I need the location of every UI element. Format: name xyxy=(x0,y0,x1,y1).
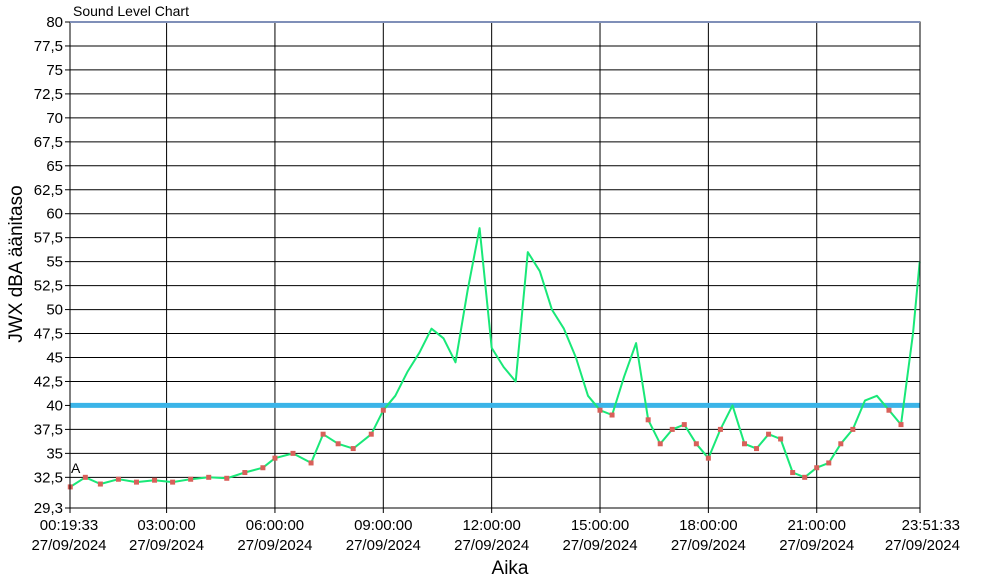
y-tick-label: 50 xyxy=(46,302,63,319)
data-point-marker xyxy=(170,479,176,485)
x-tick-time: 15:00:00 xyxy=(571,517,629,534)
x-tick-time: 00:19:33 xyxy=(40,517,98,534)
data-point-marker xyxy=(380,407,386,413)
data-point-marker xyxy=(597,407,603,413)
y-tick-label: 35 xyxy=(46,445,63,462)
y-tick-label: 29,3 xyxy=(34,500,63,517)
data-point-marker xyxy=(188,476,194,482)
x-tick-time: 12:00:00 xyxy=(462,517,520,534)
data-point-marker xyxy=(645,417,651,423)
data-point-marker xyxy=(152,477,158,483)
data-point-marker xyxy=(320,431,326,437)
data-point-marker xyxy=(350,446,356,452)
x-tick-date: 27/09/2024 xyxy=(346,537,421,554)
data-point-marker xyxy=(657,441,663,447)
data-point-marker xyxy=(850,426,856,432)
data-point-marker xyxy=(133,479,139,485)
sound-level-chart: Sound Level Chart 29,3 32,5 35 37,5 40 42,5 45… xyxy=(0,0,990,588)
data-point-marker xyxy=(886,407,892,413)
y-tick-label: 62,5 xyxy=(34,182,63,199)
y-tick-label: 57,5 xyxy=(34,230,63,247)
annotation-label: A xyxy=(71,460,81,476)
x-tick-time: 09:00:00 xyxy=(354,517,412,534)
x-axis-title: Aika xyxy=(492,558,529,579)
data-point-marker xyxy=(754,446,760,452)
y-tick-label: 32,5 xyxy=(34,469,63,486)
data-point-marker xyxy=(224,475,230,481)
x-tick-date: 27/09/2024 xyxy=(237,537,312,554)
data-point-marker xyxy=(609,412,615,418)
x-tick-time: 03:00:00 xyxy=(137,517,195,534)
data-point-marker xyxy=(717,426,723,432)
data-point-marker xyxy=(778,436,784,442)
y-tick-label: 47,5 xyxy=(34,326,63,343)
y-tick-label: 55 xyxy=(46,254,63,271)
data-point-marker xyxy=(308,460,314,466)
data-point-marker xyxy=(766,431,772,437)
y-tick-label: 60 xyxy=(46,206,63,223)
data-point-marker xyxy=(115,476,121,482)
data-point-marker xyxy=(669,426,675,432)
x-tick-date: 27/09/2024 xyxy=(562,537,637,554)
x-tick-time: 18:00:00 xyxy=(679,517,737,534)
data-point-marker xyxy=(260,465,266,471)
y-tick-label: 52,5 xyxy=(34,278,63,295)
data-point-marker xyxy=(272,455,278,461)
chart-title: Sound Level Chart xyxy=(73,3,189,19)
y-tick-label: 65 xyxy=(46,158,63,175)
x-tick-date: 27/09/2024 xyxy=(671,537,746,554)
data-point-marker xyxy=(82,474,88,480)
y-tick-label: 42,5 xyxy=(34,373,63,390)
y-tick-label: 40 xyxy=(46,397,63,414)
y-tick-label: 67,5 xyxy=(34,134,63,151)
data-point-marker xyxy=(741,441,747,447)
data-point-marker xyxy=(693,441,699,447)
y-tick-label: 80 xyxy=(46,14,63,31)
y-axis-title: JWX dBA äänitaso xyxy=(6,185,27,342)
data-point-marker xyxy=(790,470,796,476)
x-tick-time: 23:51:33 xyxy=(902,517,960,534)
y-tick-label: 37,5 xyxy=(34,421,63,438)
y-tick-label: 77,5 xyxy=(34,38,63,55)
x-tick-time: 06:00:00 xyxy=(246,517,304,534)
y-tick-label: 75 xyxy=(46,62,63,79)
y-tick-label: 72,5 xyxy=(34,86,63,103)
y-tick-label: 45 xyxy=(46,350,63,367)
data-point-marker xyxy=(242,470,248,476)
data-point-marker xyxy=(290,450,296,456)
data-point-marker xyxy=(802,474,808,480)
x-tick-date: 27/09/2024 xyxy=(454,537,529,554)
x-tick-date: 27/09/2024 xyxy=(885,537,960,554)
data-point-marker xyxy=(368,431,374,437)
data-point-marker xyxy=(97,481,103,487)
data-point-marker xyxy=(705,455,711,461)
data-point-marker xyxy=(826,460,832,466)
data-point-marker xyxy=(681,422,687,428)
chart-background xyxy=(0,0,990,588)
x-tick-time: 21:00:00 xyxy=(788,517,846,534)
y-tick-label: 70 xyxy=(46,110,63,127)
x-tick-date: 27/09/2024 xyxy=(779,537,854,554)
data-point-marker xyxy=(335,441,341,447)
data-point-marker xyxy=(838,441,844,447)
data-point-marker xyxy=(814,465,820,471)
data-point-marker xyxy=(898,422,904,428)
data-point-marker xyxy=(206,474,212,480)
x-tick-date: 27/09/2024 xyxy=(129,537,204,554)
x-tick-date: 27/09/2024 xyxy=(31,537,106,554)
